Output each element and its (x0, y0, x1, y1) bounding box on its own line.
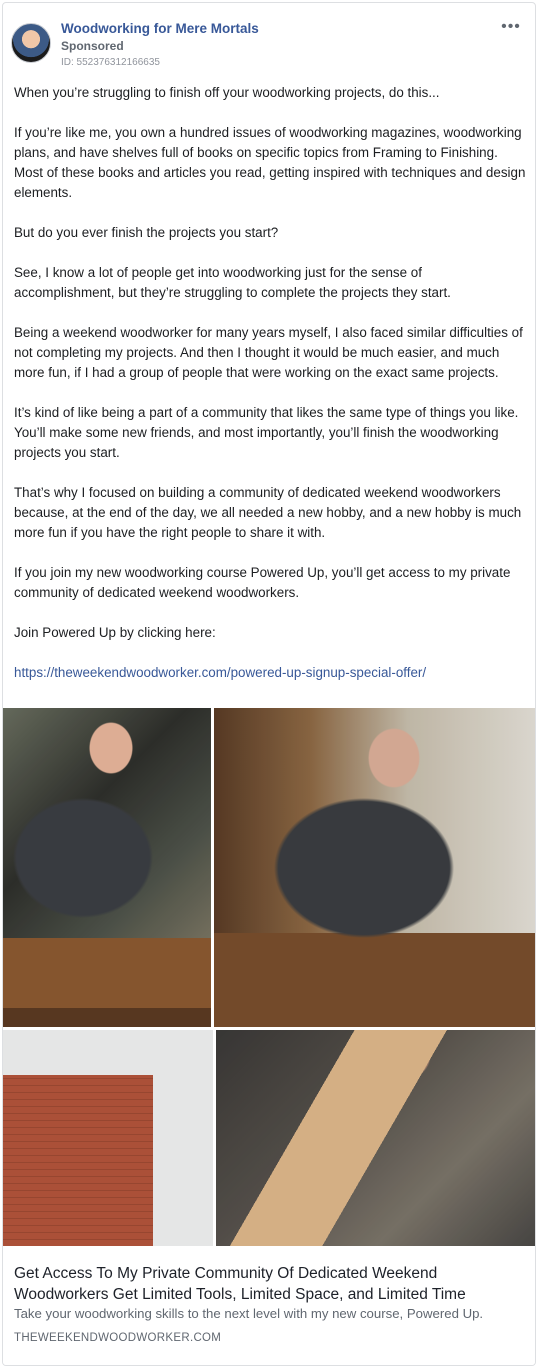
preview-domain: THEWEEKENDWOODWORKER.COM (14, 1332, 222, 1344)
preview-description: Take your woodworking skills to the next… (14, 1306, 484, 1321)
photo-man-drawing-plans[interactable] (214, 708, 535, 1027)
image-collage[interactable] (3, 708, 535, 1246)
photo-brick-building[interactable] (3, 1030, 213, 1246)
more-options-icon[interactable]: ••• (499, 19, 523, 39)
photo-overlay (214, 708, 535, 1027)
offer-link[interactable]: https://theweekendwoodworker.com/powered… (14, 665, 426, 680)
avatar[interactable] (11, 23, 51, 63)
photo-man-pipe-lamp[interactable] (3, 708, 211, 1027)
photo-man-holding-wood[interactable] (216, 1030, 535, 1246)
body-paragraph: If you’re like me, you own a hundred iss… (14, 125, 526, 200)
body-paragraph: Being a weekend woodworker for many year… (14, 325, 523, 380)
photo-overlay (3, 708, 211, 1027)
photo-overlay (3, 1030, 213, 1246)
body-paragraph: But do you ever finish the projects you … (14, 225, 279, 240)
body-paragraph: See, I know a lot of people get into woo… (14, 265, 451, 300)
post-header: Woodworking for Mere Mortals Sponsored I… (11, 19, 529, 71)
photo-overlay (216, 1030, 535, 1246)
body-paragraph: It’s kind of like being a part of a comm… (14, 405, 519, 460)
page-name-link[interactable]: Woodworking for Mere Mortals (61, 21, 259, 36)
post-body: When you’re struggling to finish off you… (14, 83, 526, 703)
link-preview[interactable]: Get Access To My Private Community Of De… (3, 1246, 535, 1365)
body-paragraph: That’s why I focused on building a commu… (14, 485, 522, 540)
sponsored-label[interactable]: Sponsored (61, 39, 124, 53)
ad-id: ID: 552376312166635 (61, 57, 160, 68)
body-paragraph: If you join my new woodworking course Po… (14, 565, 511, 600)
sponsored-post-card: Woodworking for Mere Mortals Sponsored I… (2, 2, 536, 1366)
body-paragraph: Join Powered Up by clicking here: (14, 625, 216, 640)
body-paragraph: When you’re struggling to finish off you… (14, 85, 440, 100)
preview-headline[interactable]: Get Access To My Private Community Of De… (14, 1263, 514, 1305)
